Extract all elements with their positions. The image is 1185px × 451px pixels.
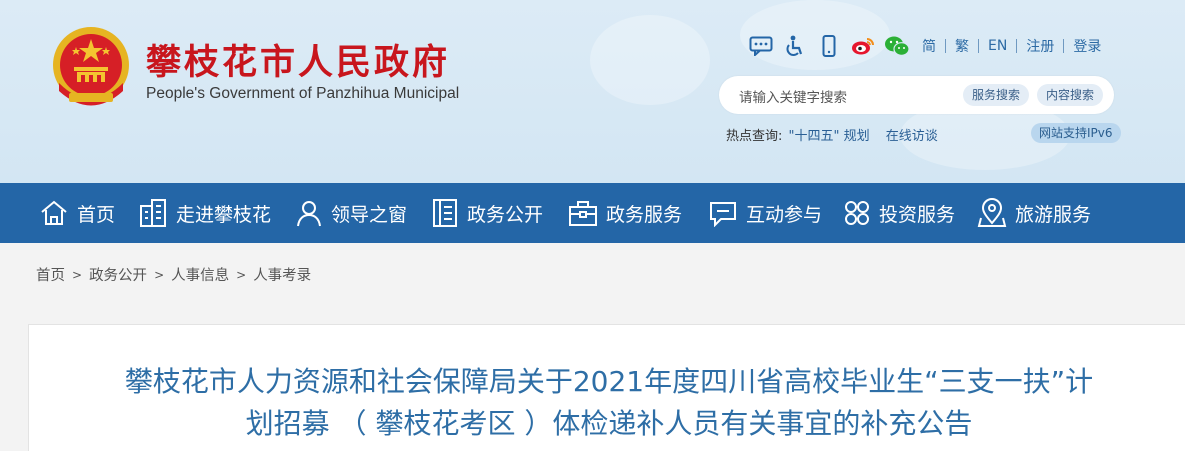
national-emblem-logo[interactable] — [49, 25, 133, 111]
chat-icon[interactable] — [748, 34, 774, 58]
nav-item-gov-service[interactable]: 政务服务 — [568, 183, 682, 243]
hot-search: 热点查询: "十四五" 规划 在线访谈 — [726, 125, 938, 144]
nav-label: 首页 — [77, 203, 116, 226]
nav-item-tourism[interactable]: 旅游服务 — [977, 183, 1091, 243]
hot-keyword-interview[interactable]: 在线访谈 — [886, 129, 938, 144]
search-box[interactable]: 请输入关键字搜索 服务搜索 内容搜索 — [719, 76, 1114, 114]
divider — [945, 39, 946, 53]
breadcrumb: 首页 > 政务公开 > 人事信息 > 人事考录 — [36, 264, 311, 285]
article-panel: 攀枝花市人力资源和社会保障局关于2021年度四川省高校毕业生“三支一扶”计 划招… — [28, 324, 1185, 451]
mobile-icon[interactable] — [816, 34, 842, 58]
hot-search-label: 热点查询: — [726, 129, 783, 144]
breadcrumb-gov-open[interactable]: 政务公开 — [89, 264, 147, 285]
building-icon — [140, 199, 166, 227]
breadcrumb-personnel-info[interactable]: 人事信息 — [171, 264, 229, 285]
header-tool-icons — [748, 34, 918, 58]
grid-icon — [845, 201, 869, 225]
ipv6-badge: 网站支持IPv6 — [1031, 123, 1121, 143]
site-subtitle-en: People's Government of Panzhihua Municip… — [146, 85, 460, 102]
nav-label: 投资服务 — [879, 203, 956, 226]
article-title: 攀枝花市人力资源和社会保障局关于2021年度四川省高校毕业生“三支一扶”计 划招… — [29, 361, 1185, 445]
person-icon — [297, 201, 321, 227]
breadcrumb-personnel-exam[interactable]: 人事考录 — [253, 264, 311, 285]
nav-label: 领导之窗 — [331, 203, 408, 226]
english-link[interactable]: EN — [988, 38, 1007, 54]
document-icon — [433, 199, 457, 227]
nav-item-investment[interactable]: 投资服务 — [843, 183, 955, 243]
language-login-links: 简 繁 EN 注册 登录 — [922, 36, 1101, 56]
search-input[interactable]: 请输入关键字搜索 — [739, 86, 847, 106]
hot-keyword-plan[interactable]: "十四五" 规划 — [789, 129, 870, 144]
register-link[interactable]: 注册 — [1026, 36, 1054, 56]
nav-item-home[interactable]: 首页 — [39, 183, 115, 243]
main-nav: 首页 走进攀枝花 领导之窗 政务公开 政务服务 互动参与 投资服务 旅游服务 — [0, 183, 1185, 243]
nav-item-leaders[interactable]: 领导之窗 — [295, 183, 407, 243]
nav-label: 政务服务 — [606, 203, 683, 226]
weibo-icon[interactable] — [850, 34, 876, 58]
login-link[interactable]: 登录 — [1073, 36, 1101, 56]
site-title[interactable]: 攀枝花市人民政府 — [146, 34, 450, 85]
nav-item-interaction[interactable]: 互动参与 — [708, 183, 822, 243]
content-search-button[interactable]: 内容搜索 — [1037, 84, 1104, 106]
nav-label: 互动参与 — [746, 203, 823, 226]
breadcrumb-separator: > — [154, 267, 165, 282]
accessibility-icon[interactable] — [782, 34, 808, 58]
service-search-button[interactable]: 服务搜索 — [963, 84, 1030, 106]
divider — [1016, 39, 1018, 53]
nav-item-gov-open[interactable]: 政务公开 — [431, 183, 543, 243]
breadcrumb-separator: > — [236, 267, 247, 282]
briefcase-icon — [569, 201, 597, 226]
nav-item-about[interactable]: 走进攀枝花 — [138, 183, 271, 243]
article-title-line: 攀枝花市人力资源和社会保障局关于2021年度四川省高校毕业生“三支一扶”计 — [124, 365, 1094, 398]
simplified-chinese-link[interactable]: 简 — [922, 36, 936, 56]
chat-bubble-icon — [710, 202, 736, 227]
site-header: 攀枝花市人民政府 People's Government of Panzhihu… — [0, 0, 1185, 183]
home-icon — [41, 200, 67, 225]
traditional-chinese-link[interactable]: 繁 — [955, 36, 969, 56]
divider — [978, 39, 979, 53]
map-pin-icon — [977, 198, 1007, 227]
decorative-flower — [590, 15, 710, 105]
article-title-line: 划招募 （ 攀枝花考区 ）体检递补人员有关事宜的补充公告 — [245, 407, 973, 440]
breadcrumb-separator: > — [72, 267, 83, 282]
nav-label: 走进攀枝花 — [176, 203, 272, 226]
nav-label: 政务公开 — [467, 203, 544, 226]
wechat-icon[interactable] — [884, 34, 910, 58]
breadcrumb-home[interactable]: 首页 — [36, 264, 65, 285]
divider — [1063, 39, 1065, 53]
nav-label: 旅游服务 — [1015, 203, 1092, 226]
